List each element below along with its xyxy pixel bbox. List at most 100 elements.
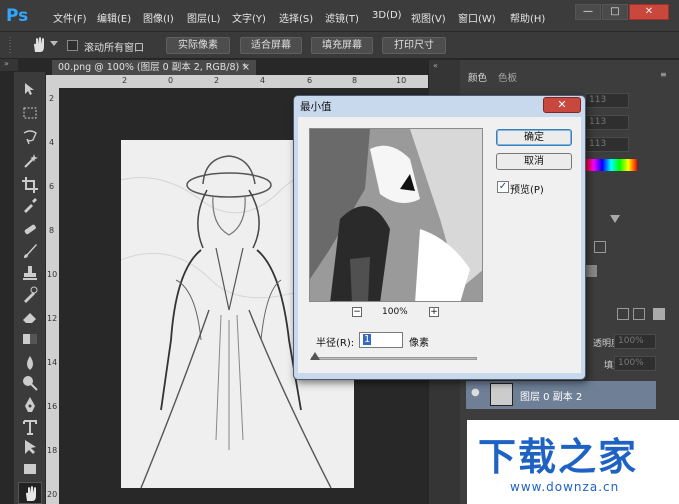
hand-tool-selected[interactable] <box>18 482 42 504</box>
marquee-tool-icon[interactable] <box>21 104 39 122</box>
menu-3d[interactable]: 3D(D) <box>372 10 402 21</box>
radius-input[interactable]: 1 <box>359 332 403 348</box>
menu-view[interactable]: 视图(V) <box>411 10 446 25</box>
photoshop-logo: Ps <box>6 6 29 26</box>
ruler-label: 10 <box>47 270 58 279</box>
tools-collapse-strip[interactable]: » <box>0 59 18 71</box>
preview-checkbox[interactable]: ✓ <box>497 181 509 193</box>
ruler-label: 16 <box>47 402 58 411</box>
eraser-tool-icon[interactable] <box>21 308 39 326</box>
grid-icon[interactable] <box>594 241 606 253</box>
brush-tool-icon[interactable] <box>21 242 39 260</box>
fill-field[interactable]: 100% <box>614 356 656 371</box>
healing-brush-tool-icon[interactable] <box>21 220 39 238</box>
lock-icon[interactable] <box>653 308 665 320</box>
menu-help[interactable]: 帮助(H) <box>510 10 545 25</box>
layer-name[interactable]: 图层 0 副本 2 <box>520 388 582 403</box>
radius-slider-thumb[interactable] <box>310 352 320 360</box>
zoom-out-button[interactable]: − <box>352 307 362 317</box>
color-value-field[interactable]: 113 <box>585 93 629 108</box>
lock-icon[interactable] <box>617 308 629 320</box>
preview-image <box>310 129 482 301</box>
clone-stamp-tool-icon[interactable] <box>21 264 39 282</box>
history-brush-tool-icon[interactable] <box>21 286 39 304</box>
color-value-field[interactable]: 113 <box>585 115 629 130</box>
type-tool-icon[interactable] <box>21 418 39 436</box>
dodge-tool-icon[interactable] <box>21 374 39 392</box>
radius-input-value: 1 <box>363 334 372 345</box>
ruler-label: 18 <box>47 446 58 455</box>
preview-zoom-level: 100% <box>382 307 408 317</box>
scroll-all-windows-checkbox[interactable] <box>67 40 78 51</box>
close-tab-icon[interactable]: × <box>242 60 250 75</box>
print-size-button[interactable]: 打印尺寸 <box>382 37 446 54</box>
menu-filter[interactable]: 滤镜(T) <box>325 10 359 25</box>
fit-screen-button[interactable]: 适合屏幕 <box>240 37 302 54</box>
dialog-close-button[interactable]: ✕ <box>543 97 581 113</box>
triangle-icon[interactable] <box>610 215 620 223</box>
close-window-button[interactable]: ✕ <box>629 4 669 20</box>
move-tool-icon[interactable] <box>21 80 39 98</box>
eye-icon[interactable]: ● <box>471 387 483 399</box>
menu-image[interactable]: 图像(I) <box>143 10 174 25</box>
ok-button[interactable]: 确定 <box>496 129 572 146</box>
ruler-label: 6 <box>307 76 313 85</box>
color-ramp[interactable] <box>585 159 637 171</box>
ruler-label: 0 <box>168 76 174 85</box>
color-value-field[interactable]: 113 <box>585 137 629 152</box>
menu-file[interactable]: 文件(F) <box>53 10 87 25</box>
tools-panel <box>14 72 46 504</box>
minimize-button[interactable]: — <box>575 4 601 20</box>
fill-screen-button[interactable]: 填充屏幕 <box>311 37 373 54</box>
radius-label: 半径(R): <box>316 338 355 349</box>
gradient-tool-icon[interactable] <box>21 330 39 348</box>
blur-tool-icon[interactable] <box>21 354 39 372</box>
menu-edit[interactable]: 编辑(E) <box>97 10 131 25</box>
opacity-field[interactable]: 100% <box>614 334 656 349</box>
chevron-down-icon[interactable] <box>50 41 58 47</box>
ruler-label: 2 <box>49 94 55 103</box>
ruler-label: 6 <box>49 182 55 191</box>
menu-layer[interactable]: 图层(L) <box>187 10 220 25</box>
double-chevron-icon[interactable]: « <box>433 61 438 70</box>
zoom-in-button[interactable]: + <box>429 307 439 317</box>
lock-icon[interactable] <box>633 308 645 320</box>
ruler-label: 14 <box>47 358 58 367</box>
restore-button[interactable]: □ <box>602 4 628 20</box>
watermark-url: www.downza.cn <box>510 480 620 494</box>
watermark-title: 下载之家 <box>478 435 639 479</box>
path-selection-tool-icon[interactable] <box>21 438 39 456</box>
ruler-label: 12 <box>47 314 58 323</box>
magic-wand-tool-icon[interactable] <box>21 152 39 170</box>
ruler-label: 4 <box>260 76 266 85</box>
double-chevron-icon: » <box>4 59 9 68</box>
ruler-label: 20 <box>47 490 58 499</box>
menu-bar: Ps 文件(F) 编辑(E) 图像(I) 图层(L) 文字(Y) 选择(S) 滤… <box>0 0 679 32</box>
square-icon[interactable] <box>585 265 597 277</box>
ruler-label: 2 <box>122 76 128 85</box>
lasso-tool-icon[interactable] <box>21 128 39 146</box>
pen-tool-icon[interactable] <box>21 396 39 414</box>
ruler-label: 4 <box>49 138 55 147</box>
menu-window[interactable]: 窗口(W) <box>458 10 496 25</box>
panel-menu-icon[interactable]: ≡ <box>660 70 667 79</box>
eyedropper-tool-icon[interactable] <box>21 196 39 214</box>
ruler-vertical: 2 4 6 8 10 12 14 16 18 20 <box>46 88 59 504</box>
options-grip-icon <box>9 37 11 54</box>
radius-slider-track[interactable] <box>311 357 477 360</box>
cancel-button[interactable]: 取消 <box>496 153 572 170</box>
radius-unit-label: 像素 <box>409 338 429 349</box>
tab-swatches[interactable]: 色板 <box>498 70 517 84</box>
menu-type[interactable]: 文字(Y) <box>232 10 266 25</box>
actual-pixels-button[interactable]: 实际像素 <box>166 37 230 54</box>
tab-color[interactable]: 颜色 <box>468 70 487 84</box>
hand-tool-icon[interactable] <box>30 36 48 54</box>
rectangle-tool-icon[interactable] <box>21 460 39 478</box>
ruler-label: 10 <box>396 76 407 85</box>
menu-select[interactable]: 选择(S) <box>279 10 313 25</box>
filter-preview[interactable] <box>309 128 483 302</box>
crop-tool-icon[interactable] <box>21 176 39 194</box>
layer-thumbnail <box>490 383 513 406</box>
document-tab[interactable]: 00.png @ 100% (图层 0 副本 2, RGB/8) * × <box>52 60 256 75</box>
scroll-all-windows-label: 滚动所有窗口 <box>84 43 144 54</box>
